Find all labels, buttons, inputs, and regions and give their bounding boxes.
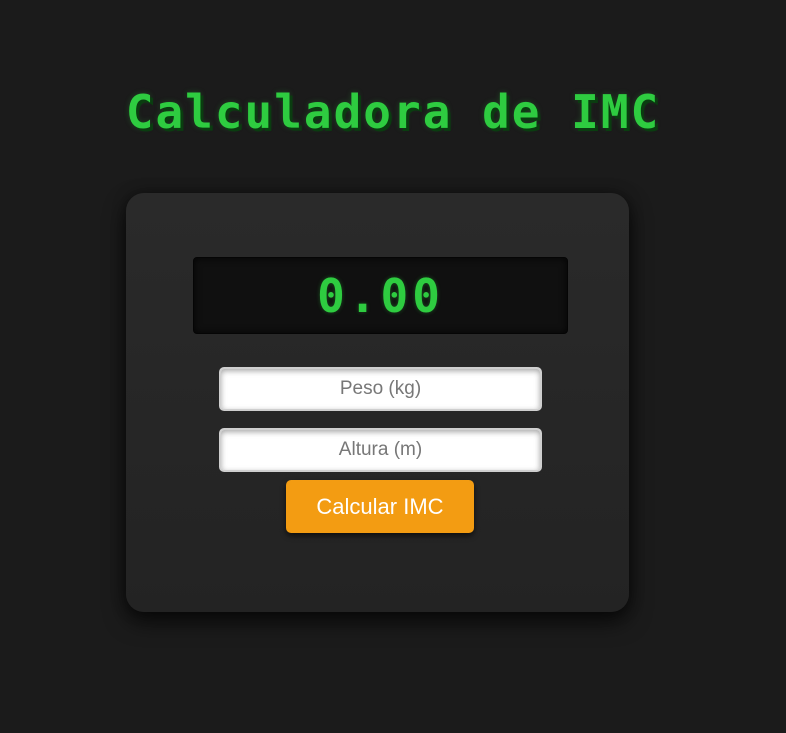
bmi-result-value: 0.00: [317, 268, 444, 323]
page-title: Calculadora de IMC: [125, 85, 661, 139]
result-display: 0.00: [193, 257, 568, 334]
page: Calculadora de IMC 0.00 Calcular IMC: [0, 0, 786, 733]
height-input[interactable]: [219, 428, 542, 472]
weight-input[interactable]: [219, 367, 542, 411]
calculate-bmi-button[interactable]: Calcular IMC: [286, 480, 474, 533]
calculator-card: 0.00 Calcular IMC: [126, 193, 629, 612]
